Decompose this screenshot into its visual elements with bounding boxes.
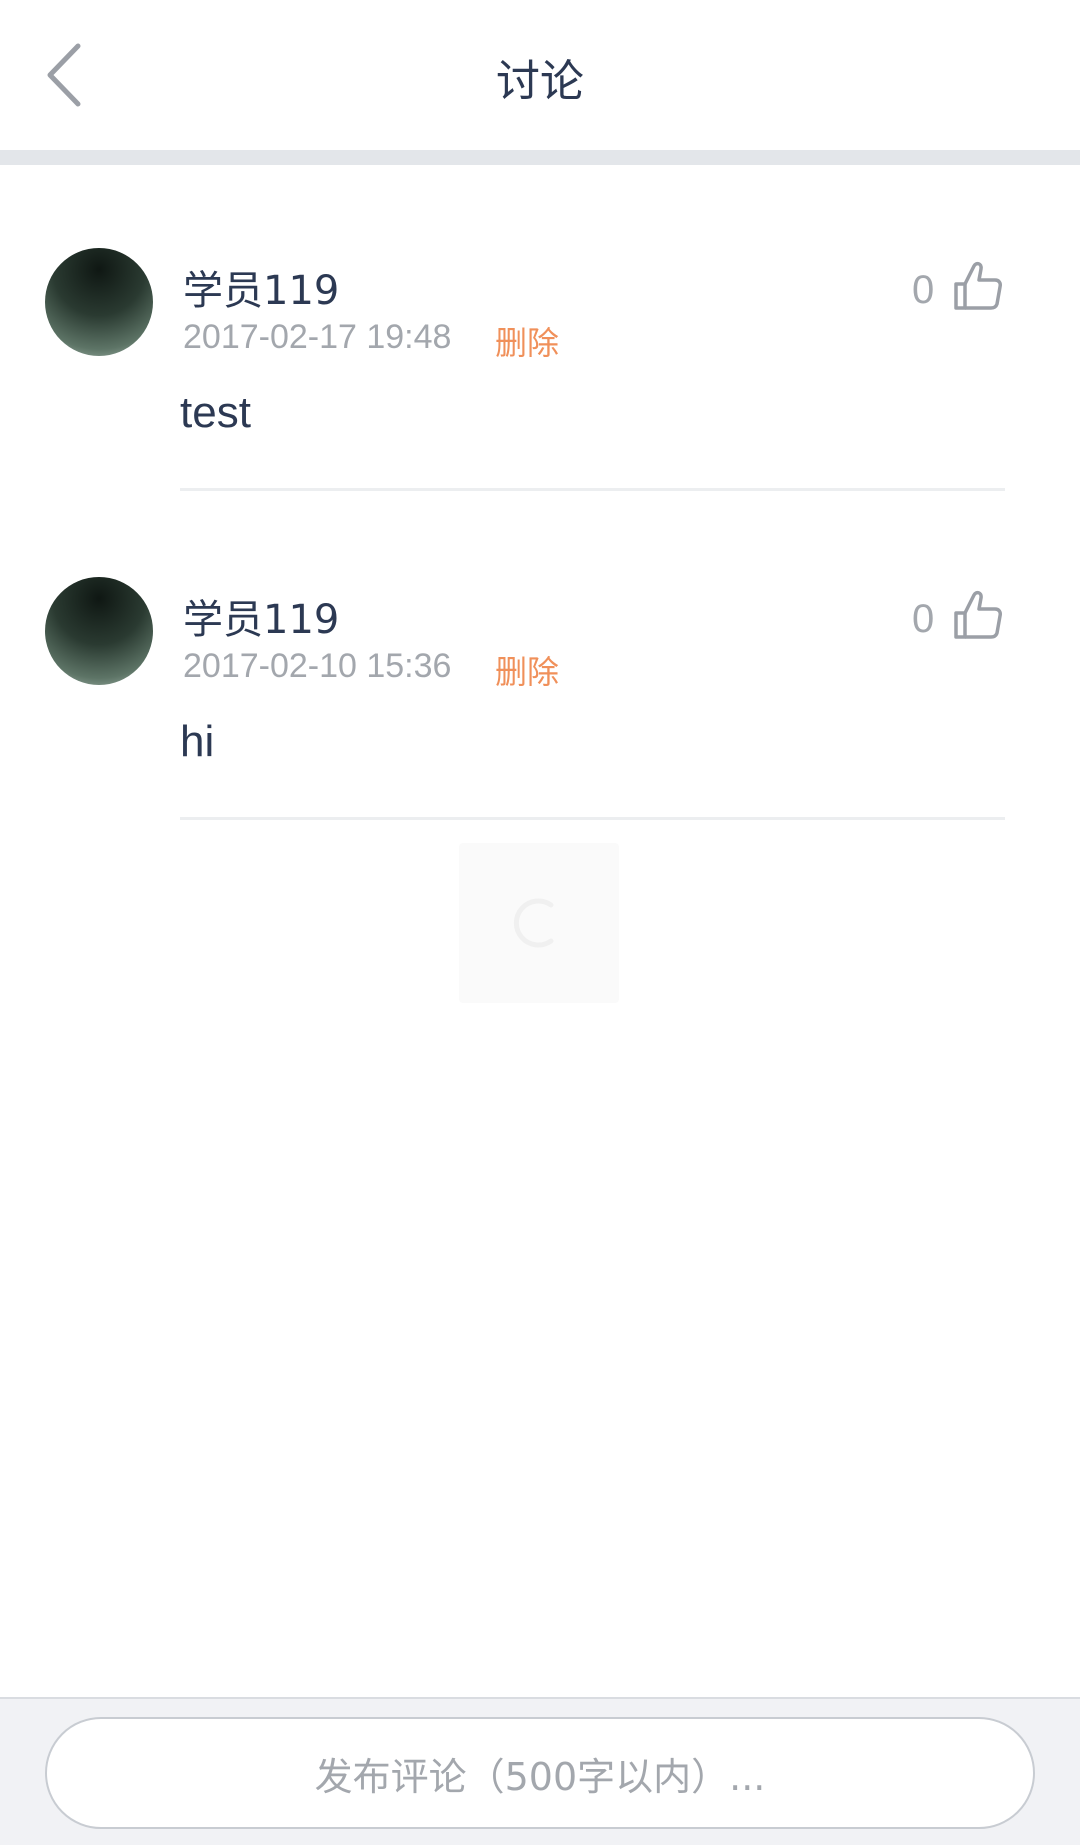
header-bar: 讨论 [0, 0, 1080, 150]
delete-button[interactable]: 删除 [495, 318, 559, 364]
loading-indicator [459, 843, 619, 1003]
like-button[interactable] [950, 587, 1006, 643]
spinner-icon [513, 898, 554, 948]
like-button[interactable] [950, 258, 1006, 314]
discussion-page: 讨论 学员119 2017-02-17 19:48 删除 0 test 学员11… [0, 0, 1080, 1845]
comment-text: test [180, 388, 251, 437]
comment-timestamp: 2017-02-17 19:48 [183, 318, 452, 356]
comment-divider [180, 488, 1005, 491]
thumbs-up-icon [954, 261, 1002, 310]
avatar[interactable] [45, 248, 153, 356]
avatar[interactable] [45, 577, 153, 685]
page-title: 讨论 [496, 56, 584, 107]
thumbs-up-icon [954, 590, 1002, 639]
delete-button[interactable]: 删除 [495, 647, 559, 693]
header-divider [0, 150, 1080, 165]
comment-item: 学员119 2017-02-17 19:48 删除 0 test [0, 248, 1080, 578]
comment-text: hi [180, 717, 215, 766]
like-count: 0 [912, 597, 935, 641]
comment-divider [180, 817, 1005, 820]
comment-username: 学员119 [183, 597, 340, 643]
comment-composer-bar: 发布评论（500字以内）... [0, 1697, 1080, 1845]
comment-timestamp: 2017-02-10 15:36 [183, 647, 452, 685]
comment-username: 学员119 [183, 268, 340, 314]
like-count: 0 [912, 268, 935, 312]
comment-input[interactable]: 发布评论（500字以内）... [45, 1717, 1035, 1829]
